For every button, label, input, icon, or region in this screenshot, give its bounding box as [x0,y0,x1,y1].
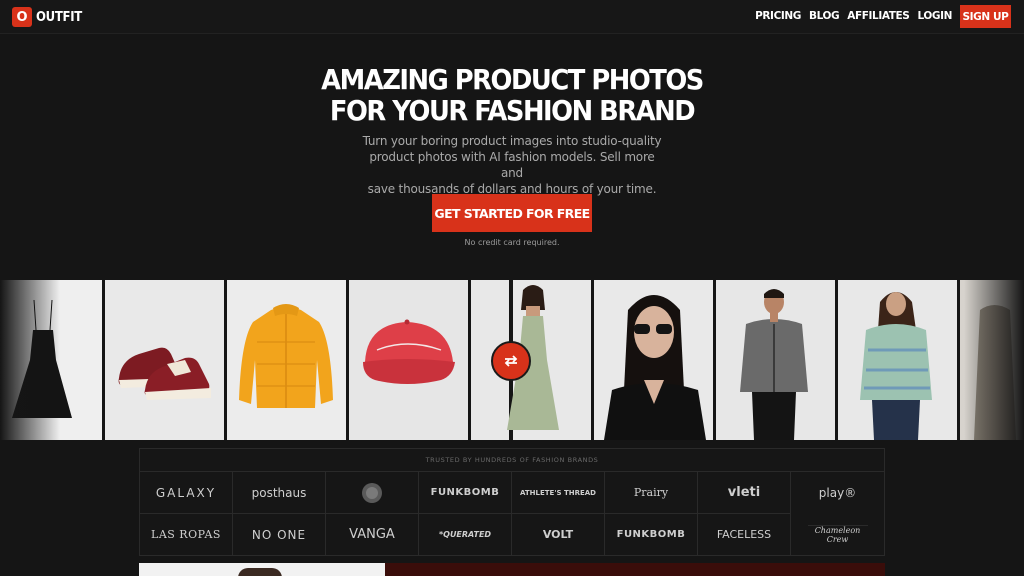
brand-logo-funkbomb: FUNKBOMB [419,471,512,513]
nav-link-login[interactable]: LOGIN [917,10,952,22]
hero-title-line-2: FOR YOUR FASHION BRAND [329,94,696,127]
brand-logo-funkbomb-2: FUNKBOMB [605,513,698,555]
tile-red-sneakers [105,280,224,440]
brand-logo-prairy: Prairy [605,471,698,513]
brand-logo-volt: VOLT [512,513,605,555]
hero-title-line-1: AMAZING PRODUCT PHOTOS [321,63,704,96]
brand-logo-chameleon-crew: Chameleon Crew [807,524,868,544]
tile-model-knit-sweater [838,280,957,440]
hero-subtitle-line-1: Turn your boring product images into stu… [362,134,662,148]
red-sneakers-image [105,280,224,440]
swap-arrows-icon[interactable] [491,341,531,381]
nav-link-blog[interactable]: BLOG [809,10,840,22]
brand-logo-emblem [326,471,419,513]
brand-logo-no-one: NO ONE [233,513,326,555]
brand-logo-querated: *QUERATED [419,513,512,555]
model-sunglasses-image [594,280,713,440]
black-dress-image [0,280,102,440]
nav-link-affiliates[interactable]: AFFILIATES [847,10,910,22]
tile-model-grey-jacket [716,280,835,440]
swap-arrows-glyph [504,355,518,367]
brand-logo-vanga: VANGA [326,513,419,555]
emblem-icon [362,482,382,503]
model-green-dress-image [471,280,591,440]
logo-mark: O [12,7,32,27]
tile-partial-right [960,280,1024,440]
top-navbar: O OUTFIT PRICING BLOG AFFILIATES LOGIN S… [0,0,1024,34]
brand-logo-las-ropas: LAS ROPAS [140,513,233,555]
red-cap-image [349,280,468,440]
brand-logo-grid: GALAXY posthaus FUNKBOMB ATHLETE'S THREA… [140,471,884,555]
model-grey-jacket-image [716,280,835,440]
get-started-button[interactable]: GET STARTED FOR FREE [432,194,592,232]
yellow-puffer-image [227,280,346,440]
nav-link-pricing[interactable]: PRICING [755,10,801,22]
brand-logo-athletes-thread: ATHLETE'S THREAD [512,471,605,513]
brand-logo-galaxy: GALAXY [140,471,233,513]
signup-button[interactable]: SIGN UP [960,5,1011,28]
nav-links: PRICING BLOG AFFILIATES LOGIN [755,10,952,22]
tile-black-dress [0,280,102,440]
tile-model-green-dress [471,280,591,440]
brand-logo[interactable]: O OUTFIT [12,7,82,27]
partial-right-image [960,280,1024,440]
tile-red-cap [349,280,468,440]
hero-subtitle-line-2: product photos with AI fashion models. S… [369,150,655,180]
brand-logo-posthaus: posthaus [233,471,326,513]
tile-yellow-puffer [227,280,346,440]
no-credit-card-note: No credit card required. [464,238,560,247]
trusted-brands-title: TRUSTED BY HUNDREDS OF FASHION BRANDS [425,456,599,464]
brand-logo-vleti: vleti [698,471,791,513]
brand-logo-play: play® [791,471,884,513]
brand-logo-faceless: FACELESS [698,513,791,555]
tile-model-sunglasses [594,280,713,440]
next-section-right-panel [385,563,885,576]
model-knit-sweater-image [838,280,957,440]
hero-subtitle: Turn your boring product images into stu… [362,133,662,197]
trusted-brands-panel: TRUSTED BY HUNDREDS OF FASHION BRANDS GA… [139,448,885,556]
logo-text: OUTFIT [36,9,82,25]
next-section-portrait [238,568,282,576]
hero-title: AMAZING PRODUCT PHOTOS FOR YOUR FASHION … [41,64,983,126]
